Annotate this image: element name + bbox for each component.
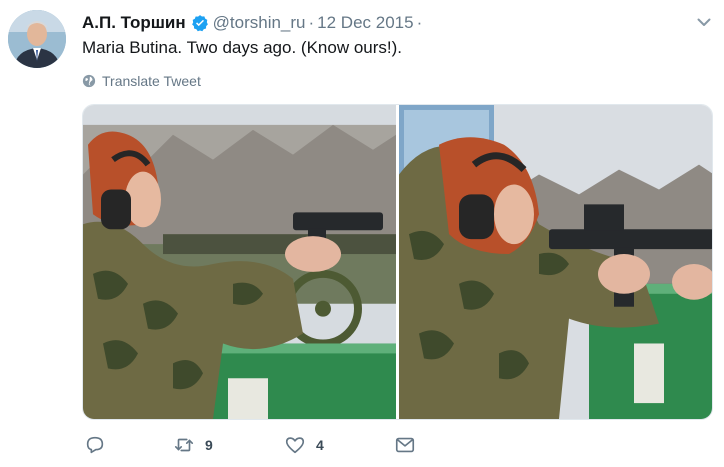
- globe-icon: [82, 74, 96, 88]
- tweet-photo-1[interactable]: [83, 105, 396, 419]
- tweet-text: Maria Butina. Two days ago. (Know ours!)…: [82, 38, 403, 57]
- translate-tweet-link[interactable]: Translate Tweet: [82, 73, 201, 89]
- reply-button[interactable]: [84, 434, 173, 456]
- verified-badge-icon: [191, 14, 209, 32]
- retweet-icon: [173, 434, 195, 456]
- like-count: 4: [316, 437, 324, 453]
- reply-icon: [84, 434, 106, 456]
- separator-dot-end: ·: [416, 13, 423, 32]
- retweet-button[interactable]: 9: [173, 434, 284, 456]
- tweet-actions: 9 4: [84, 434, 416, 456]
- tweet-media[interactable]: [82, 104, 713, 420]
- author-handle[interactable]: @torshin_ru: [213, 13, 306, 33]
- heart-icon: [284, 434, 306, 456]
- author-name[interactable]: А.П. Торшин: [82, 13, 186, 33]
- translate-label: Translate Tweet: [102, 73, 201, 89]
- retweet-count: 9: [205, 437, 213, 453]
- tweet-photo-2[interactable]: [399, 105, 712, 419]
- envelope-icon: [394, 434, 416, 456]
- tweet-date[interactable]: 12 Dec 2015: [317, 13, 413, 33]
- direct-message-button[interactable]: [394, 434, 416, 456]
- tweet-header: А.П. Торшин @torshin_ru · 12 Dec 2015 ·: [82, 11, 425, 35]
- like-button[interactable]: 4: [284, 434, 394, 456]
- chevron-down-icon[interactable]: [696, 14, 712, 30]
- separator-dot: ·: [308, 13, 315, 32]
- avatar[interactable]: [8, 10, 66, 68]
